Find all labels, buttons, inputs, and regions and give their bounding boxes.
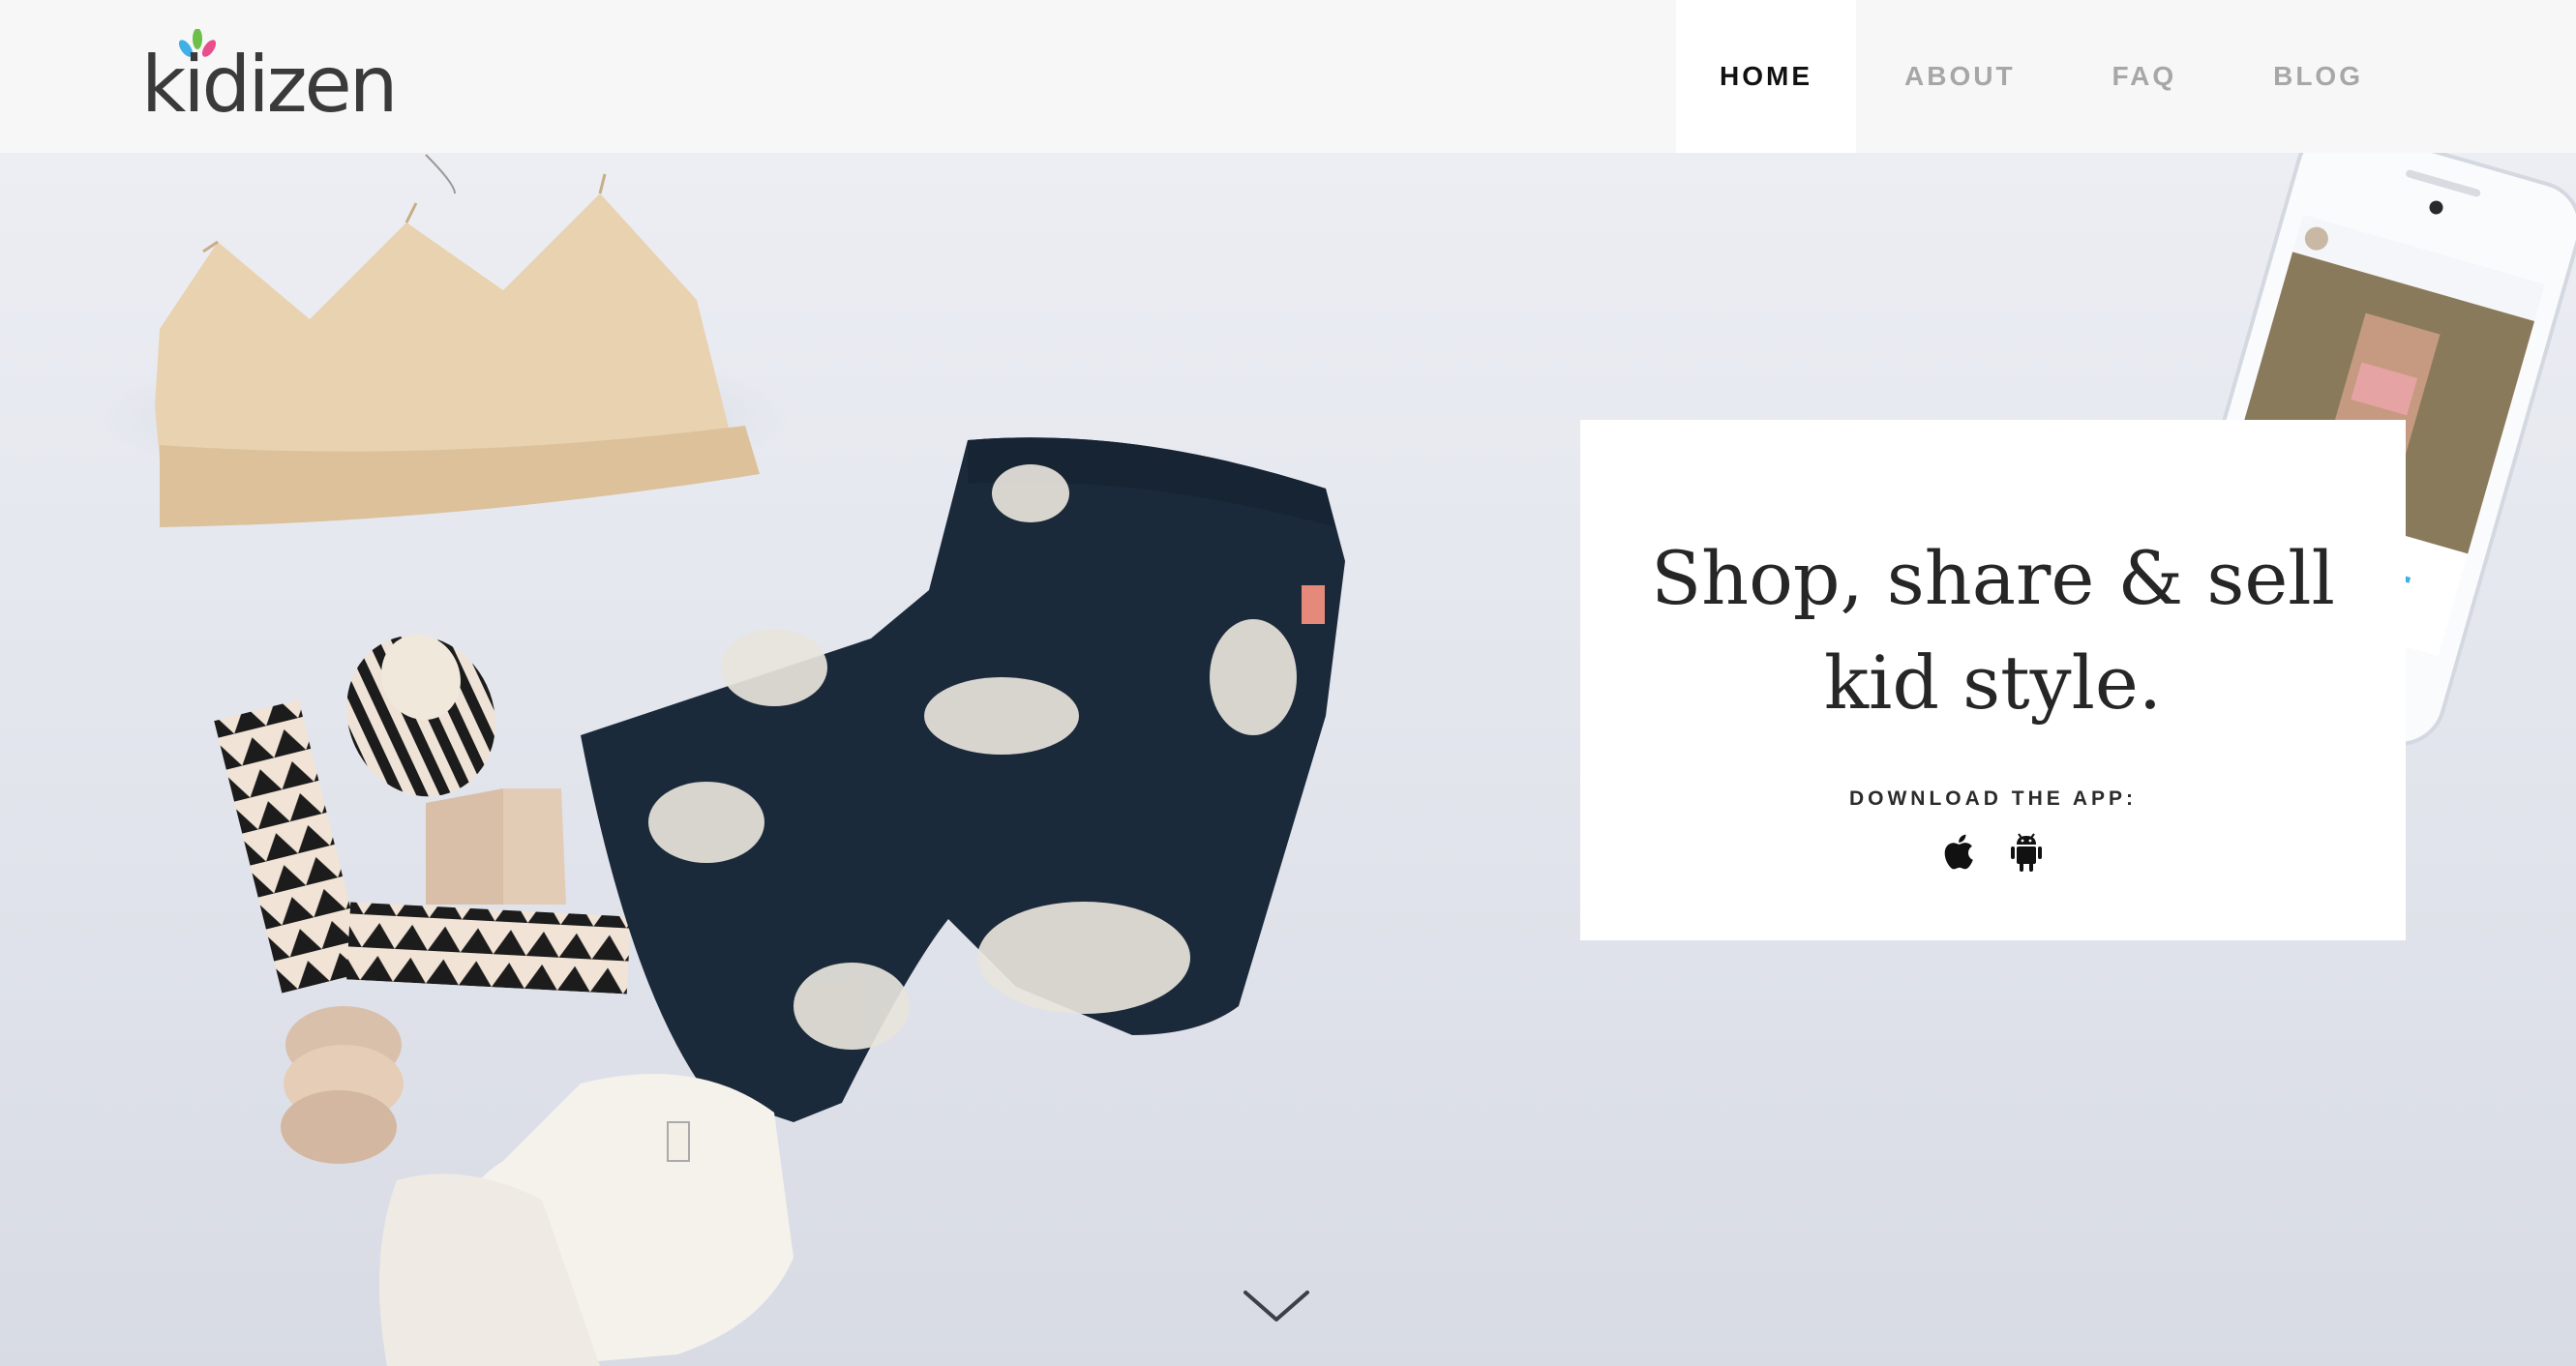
android-icon[interactable] [2004,828,2049,875]
booties-illustration [379,1074,794,1366]
nav-home[interactable]: HOME [1676,0,1856,153]
leggings-illustration [581,437,1345,1122]
site-header: kidizen HOME ABOUT FAQ BLOG [0,0,2576,153]
apple-icon[interactable] [1938,828,1983,875]
nav-blog[interactable]: BLOG [2225,0,2411,153]
headline-line-1: Shop, share & sell [1651,535,2335,621]
crown-illustration [97,154,794,527]
block-toys-illustration [214,634,631,1164]
promo-headline: Shop, share & sell kid style. [1580,526,2406,735]
kidizen-logo[interactable]: kidizen [141,29,398,130]
brand-wordmark: kidizen [141,40,398,130]
headline-line-2: kid style. [1823,639,2163,726]
main-nav: HOME ABOUT FAQ BLOG [1676,0,2576,153]
landing-page: kidizen HOME ABOUT FAQ BLOG Shop, share … [0,0,2576,1366]
chevron-down-icon[interactable] [1242,1287,1311,1325]
promo-card: Shop, share & sell kid style. DOWNLOAD T… [1580,420,2406,940]
nav-faq[interactable]: FAQ [2064,0,2226,153]
store-links [1580,828,2406,875]
download-app-label: DOWNLOAD THE APP: [1848,787,2138,810]
nav-about[interactable]: ABOUT [1856,0,2064,153]
